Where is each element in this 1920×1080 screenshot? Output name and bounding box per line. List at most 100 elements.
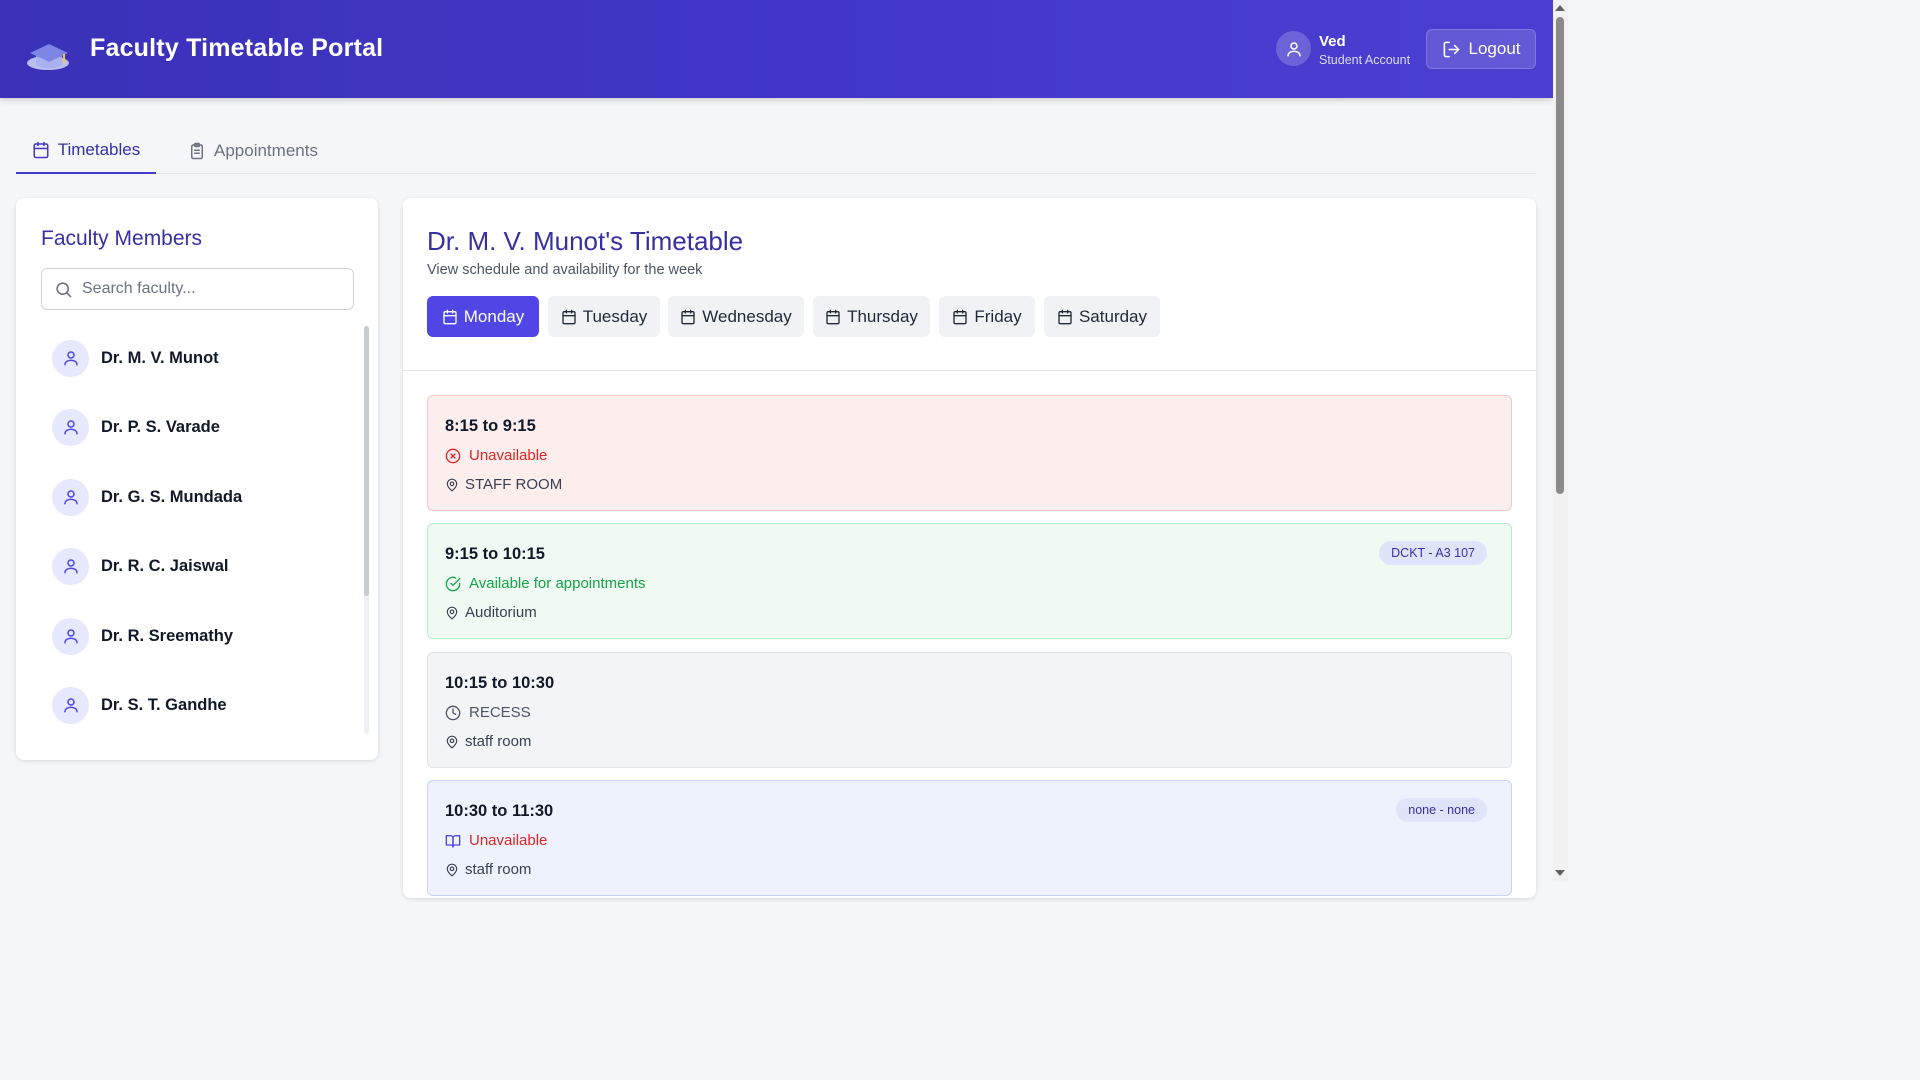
page-scrollbar-thumb[interactable] <box>1556 17 1564 494</box>
slot-time: 9:15 to 10:15 <box>445 545 545 563</box>
slot-status-label: Unavailable <box>469 447 548 464</box>
faculty-item[interactable]: Dr. G. S. Mundada <box>41 469 341 525</box>
slot-location: staff room <box>445 861 531 878</box>
day-saturday-button[interactable]: Saturday <box>1044 296 1160 337</box>
app-header: Faculty Timetable Portal Ved Student Acc… <box>0 0 1553 98</box>
faculty-name: Dr. P. S. Varade <box>101 417 220 436</box>
user-icon <box>63 629 78 644</box>
slot-location-label: staff room <box>465 733 532 750</box>
slot-time: 10:15 to 10:30 <box>445 674 555 692</box>
avatar <box>52 408 89 446</box>
user-icon <box>63 351 78 366</box>
user-icon <box>63 490 78 505</box>
faculty-name: Dr. S. T. Gandhe <box>101 695 227 714</box>
check-circle-icon <box>445 576 461 591</box>
day-label: Saturday <box>1078 306 1148 326</box>
faculty-item[interactable]: Dr. R. Sreemathy <box>41 608 341 664</box>
calendar-icon <box>826 309 840 324</box>
tab-label: Timetables <box>57 140 141 159</box>
slot-status: Unavailable <box>445 832 547 849</box>
slot-status-label: Unavailable <box>469 832 548 849</box>
calendar-icon <box>953 309 968 324</box>
graduation-cap-icon <box>27 44 69 70</box>
avatar <box>52 339 89 377</box>
faculty-list: Dr. M. V. Munot Dr. P. S. Varade Dr. G. … <box>41 326 353 736</box>
logout-button[interactable]: Logout <box>1426 29 1536 69</box>
slot-status-label: RECESS <box>469 704 531 721</box>
day-label: Tuesday <box>582 306 648 326</box>
timetable-title: Dr. M. V. Munot's Timetable <box>427 226 744 256</box>
x-circle-icon <box>445 448 461 463</box>
faculty-name: Dr. M. V. Munot <box>101 348 219 367</box>
avatar <box>52 478 89 516</box>
timetable-panel: Dr. M. V. Munot's Timetable View schedul… <box>403 198 1536 898</box>
faculty-item[interactable]: Dr. S. T. Gandhe <box>41 677 341 733</box>
tab-timetables[interactable]: Timetables <box>16 128 156 174</box>
calendar-icon <box>1058 309 1072 324</box>
book-icon <box>445 834 461 848</box>
day-tuesday-button[interactable]: Tuesday <box>548 296 660 337</box>
calendar-icon <box>33 141 49 159</box>
search-box <box>41 268 354 310</box>
avatar <box>52 617 89 655</box>
tab-appointments[interactable]: Appointments <box>188 128 318 174</box>
faculty-item[interactable]: Dr. R. C. Jaiswal <box>41 538 341 594</box>
calendar-icon <box>443 309 457 324</box>
slot-location-label: Auditorium <box>465 604 537 621</box>
user-icon <box>63 698 78 713</box>
faculty-name: Dr. R. Sreemathy <box>101 626 234 645</box>
faculty-item[interactable]: Dr. M. V. Munot <box>41 330 341 386</box>
search-input[interactable] <box>82 269 347 309</box>
faculty-sidebar: Faculty Members Dr. M. V. Munot Dr. P. S… <box>16 198 378 760</box>
user-name: Ved <box>1319 33 1346 50</box>
slot-location: STAFF ROOM <box>445 476 562 493</box>
faculty-name: Dr. R. C. Jaiswal <box>101 556 229 575</box>
user-icon <box>1286 41 1301 56</box>
day-label: Friday <box>974 306 1022 326</box>
time-slot-card[interactable]: 10:15 to 10:30 RECESS staff room <box>427 652 1512 768</box>
day-label: Thursday <box>847 306 918 326</box>
map-pin-icon <box>446 863 458 877</box>
map-pin-icon <box>446 735 458 749</box>
time-slot-card[interactable]: 10:30 to 11:30 Unavailable staff room no… <box>427 780 1512 896</box>
time-slot-card[interactable]: 9:15 to 10:15 Available for appointments… <box>427 523 1512 639</box>
calendar-icon <box>681 309 695 324</box>
user-avatar[interactable] <box>1276 31 1311 66</box>
avatar <box>52 686 89 724</box>
logout-icon <box>1443 41 1459 57</box>
calendar-icon <box>562 309 576 324</box>
user-icon <box>63 559 78 574</box>
map-pin-icon <box>446 606 458 620</box>
day-friday-button[interactable]: Friday <box>939 296 1035 337</box>
time-slot-card[interactable]: 8:15 to 9:15 Unavailable STAFF ROOM <box>427 395 1512 511</box>
clock-icon <box>445 705 461 720</box>
tab-bar: Timetables Appointments <box>16 128 1536 174</box>
day-monday-button[interactable]: Monday <box>427 296 539 337</box>
search-icon <box>56 282 72 298</box>
map-pin-icon <box>446 478 458 492</box>
faculty-name: Dr. G. S. Mundada <box>101 487 243 506</box>
slot-location-label: STAFF ROOM <box>465 476 563 493</box>
slot-location: Auditorium <box>445 604 537 621</box>
faculty-scrollbar-thumb[interactable] <box>364 326 369 596</box>
day-thursday-button[interactable]: Thursday <box>813 296 930 337</box>
slot-status: RECESS <box>445 704 531 721</box>
sidebar-title: Faculty Members <box>41 227 203 250</box>
subject-badge: none - none <box>1396 798 1487 822</box>
faculty-item[interactable]: Dr. P. S. Varade <box>41 399 341 455</box>
scroll-down-arrow-icon[interactable] <box>1555 870 1565 876</box>
tab-label: Appointments <box>214 141 318 160</box>
slot-location: staff room <box>445 733 531 750</box>
user-role: Student Account <box>1319 53 1411 67</box>
slot-time: 10:30 to 11:30 <box>445 802 554 820</box>
day-label: Monday <box>463 306 525 326</box>
app-title: Faculty Timetable Portal <box>90 34 384 62</box>
timetable-subtitle: View schedule and availability for the w… <box>427 262 703 278</box>
scroll-up-arrow-icon[interactable] <box>1555 5 1565 11</box>
slot-status-label: Available for appointments <box>469 575 646 592</box>
avatar <box>52 547 89 585</box>
slot-status: Available for appointments <box>445 575 646 592</box>
subject-badge: DCKT - A3 107 <box>1379 541 1487 565</box>
day-wednesday-button[interactable]: Wednesday <box>668 296 804 337</box>
slot-location-label: staff room <box>465 861 532 878</box>
